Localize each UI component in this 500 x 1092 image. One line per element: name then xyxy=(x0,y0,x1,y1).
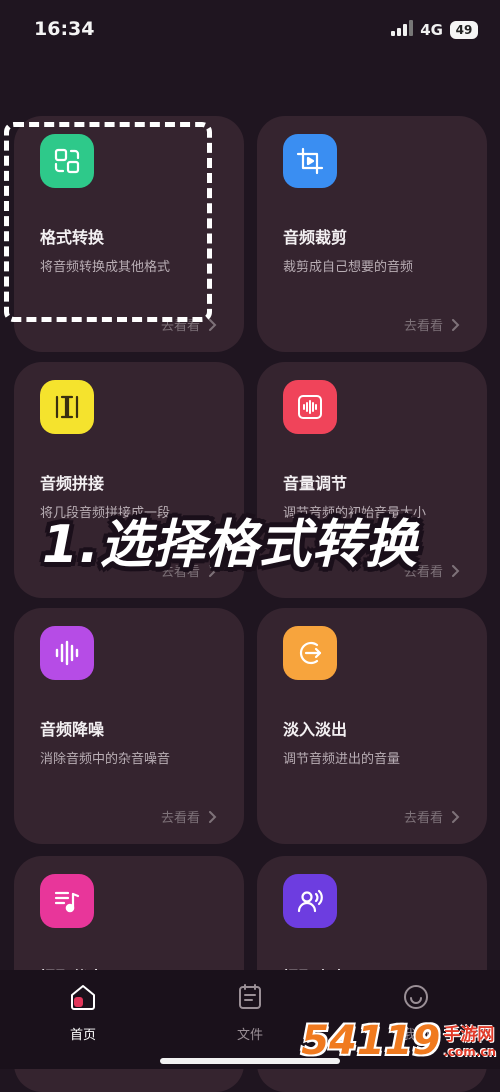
watermark-logo: 54119 手游网 .com.cn xyxy=(301,1020,496,1061)
card-title: 音频降噪 xyxy=(40,720,105,739)
card-go-link[interactable]: 去看看 xyxy=(404,315,461,334)
card-subtitle: 调节音频进出的音量 xyxy=(283,752,401,767)
card-subtitle: 裁剪成自己想要的音频 xyxy=(283,260,414,275)
format-convert-icon xyxy=(40,134,94,188)
tab-home[interactable]: 首页 xyxy=(33,982,133,1043)
chevron-right-icon xyxy=(449,318,461,331)
card-title: 格式转换 xyxy=(40,228,105,247)
waveform-icon xyxy=(40,626,94,680)
card-format-convert[interactable]: 格式转换 将音频转换成其他格式 去看看 xyxy=(14,116,244,352)
profile-icon xyxy=(401,982,431,1016)
volume-wave-icon xyxy=(283,380,337,434)
crop-icon xyxy=(283,134,337,188)
status-indicators: 4G 49 xyxy=(391,20,478,40)
chevron-right-icon xyxy=(206,318,218,331)
card-go-link[interactable]: 去看看 xyxy=(404,807,461,826)
home-icon xyxy=(68,982,98,1016)
status-time: 16:34 xyxy=(34,18,95,40)
overlay-caption: 1.选择格式转换 xyxy=(42,515,418,575)
card-audio-crop[interactable]: 音频裁剪 裁剪成自己想要的音频 去看看 xyxy=(257,116,487,352)
card-go-link[interactable]: 去看看 xyxy=(161,315,218,334)
card-fade-in-out[interactable]: 淡入淡出 调节音频进出的音量 去看看 xyxy=(257,608,487,844)
card-noise-reduction[interactable]: 音频降噪 消除音频中的杂音噪音 去看看 xyxy=(14,608,244,844)
card-title: 音频拼接 xyxy=(40,474,105,493)
chevron-right-icon xyxy=(206,810,218,823)
card-go-link[interactable]: 去看看 xyxy=(161,807,218,826)
network-label: 4G xyxy=(420,21,443,39)
watermark-cn: 手游网 xyxy=(443,1025,495,1045)
watermark-url: .com.cn xyxy=(443,1045,496,1059)
card-subtitle: 消除音频中的杂音噪音 xyxy=(40,752,171,767)
fade-arrow-icon xyxy=(283,626,337,680)
status-bar: 16:34 4G 49 xyxy=(0,0,500,60)
chevron-right-icon xyxy=(449,810,461,823)
splice-icon xyxy=(40,380,94,434)
card-link-label: 去看看 xyxy=(403,811,443,826)
card-link-label: 去看看 xyxy=(160,319,200,334)
card-link-label: 去看看 xyxy=(160,811,200,826)
watermark-main: 54119 xyxy=(301,1018,441,1064)
chevron-right-icon xyxy=(449,564,461,577)
tab-label: 首页 xyxy=(69,1028,96,1043)
tab-files[interactable]: 文件 xyxy=(200,982,300,1043)
card-title: 淡入淡出 xyxy=(283,720,348,739)
voice-icon xyxy=(283,874,337,928)
card-subtitle: 将音频转换成其他格式 xyxy=(40,260,171,275)
card-title: 音量调节 xyxy=(283,474,348,493)
tab-label: 文件 xyxy=(236,1028,263,1043)
battery-indicator: 49 xyxy=(450,21,478,39)
music-list-icon xyxy=(40,874,94,928)
signal-icon xyxy=(391,20,414,40)
file-icon xyxy=(235,982,265,1016)
card-title: 音频裁剪 xyxy=(283,228,348,247)
card-link-label: 去看看 xyxy=(403,319,443,334)
